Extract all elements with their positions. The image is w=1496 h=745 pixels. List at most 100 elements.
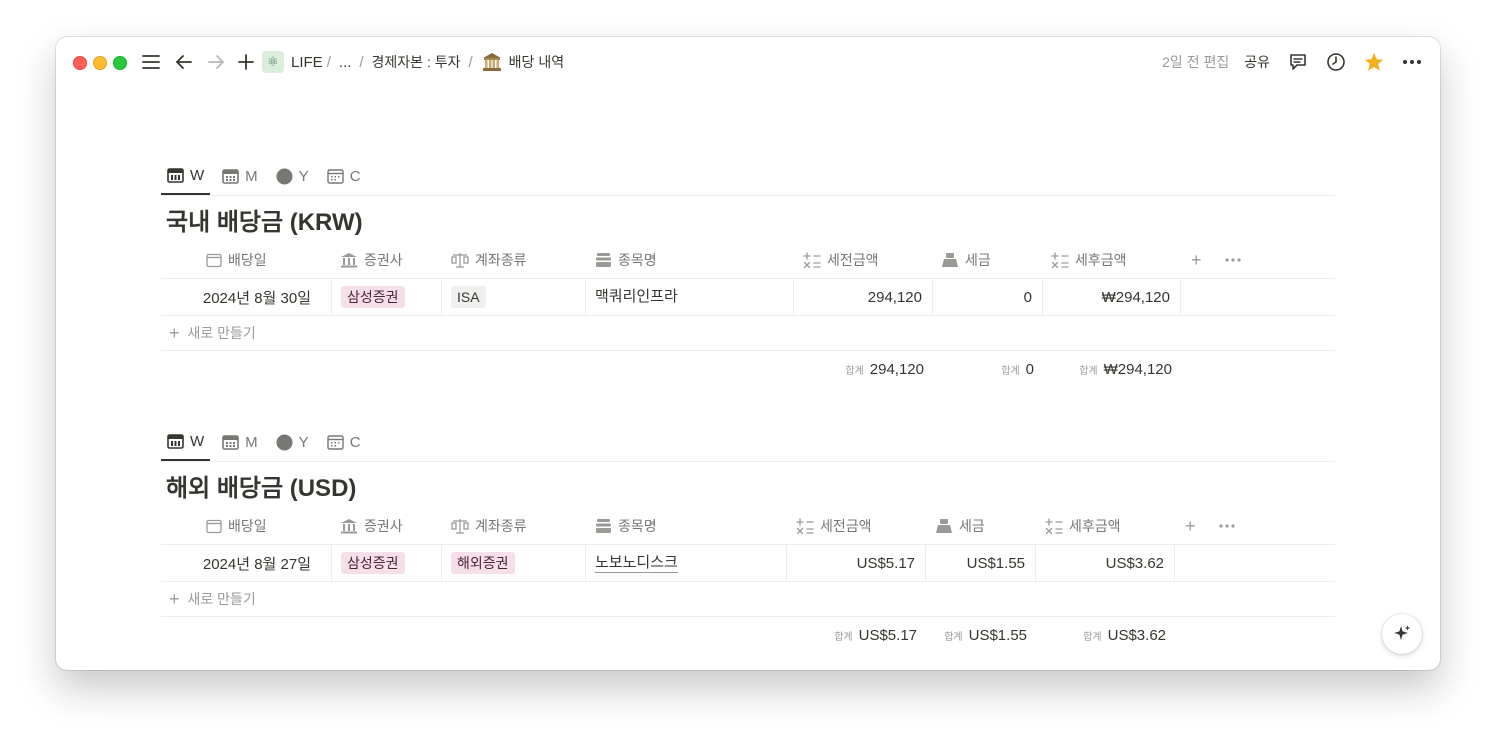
new-row-button[interactable]: + 새로 만들기 xyxy=(161,316,1335,351)
column-label: 세전금액 xyxy=(820,518,872,534)
sidebar-menu-icon[interactable] xyxy=(140,50,162,74)
stock-link[interactable]: 맥쿼리인프라 xyxy=(595,288,678,306)
last-edited-label: 2일 전 편집 xyxy=(1162,54,1230,70)
close-window-button[interactable] xyxy=(73,56,87,70)
view-tabs: W M Y C xyxy=(161,155,1335,196)
aftertax-sum[interactable]: 합계 US$3.62 xyxy=(1036,617,1166,653)
ai-assistant-sparkle-button[interactable] xyxy=(1382,614,1422,654)
sum-label: 합계 xyxy=(1079,365,1098,377)
zoom-window-button[interactable] xyxy=(113,56,127,70)
comment-icon[interactable] xyxy=(1286,50,1310,74)
pretax-sum[interactable]: 합계 US$5.17 xyxy=(787,617,917,653)
add-column-plus-icon[interactable]: + xyxy=(1185,508,1196,544)
column-header-broker[interactable]: 증권사 xyxy=(340,508,403,544)
breadcrumb: ⚛ LIFE / ... / 경제자본 : 투자 / 배당 내역 xyxy=(262,50,564,74)
stock-link[interactable]: 노보노디스크 xyxy=(595,554,678,573)
column-header-account[interactable]: 계좌종류 xyxy=(451,242,527,278)
sparkle-icon xyxy=(1394,625,1410,640)
breadcrumb-parent[interactable]: 경제자본 : 투자 xyxy=(372,52,461,72)
table-header: 배당일 증권사 계좌종류 종목명 세전금액 세금 세후금액 + xyxy=(161,508,1335,545)
table-row[interactable]: 2024년 8월 30일 삼성증권 ISA 맥쿼리인프라 294,120 0 ₩… xyxy=(161,279,1335,316)
column-header-pretax[interactable]: 세전금액 xyxy=(803,242,879,278)
forward-arrow-icon[interactable] xyxy=(206,50,226,74)
stock-cell[interactable]: 노보노디스크 xyxy=(586,545,787,581)
share-button[interactable]: 공유 xyxy=(1244,52,1270,72)
column-header-stock[interactable]: 종목명 xyxy=(595,508,657,544)
aftertax-cell[interactable]: ₩294,120 xyxy=(1043,279,1181,315)
calendar-icon xyxy=(326,168,344,184)
account-cell[interactable]: ISA xyxy=(442,279,586,315)
history-clock-icon[interactable] xyxy=(1324,50,1348,74)
minimize-window-button[interactable] xyxy=(93,56,107,70)
tab-label: C xyxy=(349,433,361,451)
stack-icon xyxy=(595,518,612,534)
tax-cell[interactable]: US$1.55 xyxy=(926,545,1036,581)
back-arrow-icon[interactable] xyxy=(174,50,194,74)
account-cell[interactable]: 해외증권 xyxy=(442,545,586,581)
date-cell[interactable]: 2024년 8월 27일 xyxy=(161,545,332,581)
column-header-account[interactable]: 계좌종류 xyxy=(451,508,527,544)
column-header-aftertax[interactable]: 세후금액 xyxy=(1051,242,1127,278)
database-title[interactable]: 국내 배당금 (KRW) xyxy=(166,208,1335,238)
breadcrumb-ellipsis[interactable]: ... xyxy=(339,54,352,71)
column-label: 배당일 xyxy=(228,252,267,268)
tab-week[interactable]: W xyxy=(161,423,211,461)
krw-table: 배당일 증권사 계좌종류 종목명 세전금액 세금 세후금액 + 2024년 8월… xyxy=(161,242,1335,387)
pretax-cell[interactable]: US$5.17 xyxy=(787,545,926,581)
calendar-icon xyxy=(326,434,344,450)
new-page-plus-icon[interactable] xyxy=(236,50,256,74)
stock-cell[interactable]: 맥쿼리인프라 xyxy=(586,279,794,315)
breadcrumb-root[interactable]: LIFE xyxy=(291,54,323,71)
scale-icon xyxy=(451,252,469,268)
aftertax-sum[interactable]: 합계 ₩294,120 xyxy=(1043,351,1172,387)
calendar-icon xyxy=(206,253,222,268)
table-row[interactable]: 2024년 8월 27일 삼성증권 해외증권 노보노디스크 US$5.17 US… xyxy=(161,545,1335,582)
tax-sum[interactable]: 합계 0 xyxy=(933,351,1034,387)
calendar-week-icon xyxy=(167,167,184,183)
formula-icon xyxy=(796,517,814,535)
tab-calendar[interactable]: C xyxy=(321,157,367,195)
column-header-pretax[interactable]: 세전금액 xyxy=(796,508,872,544)
add-column-plus-icon[interactable]: + xyxy=(1191,242,1202,278)
column-more-icon[interactable] xyxy=(1219,508,1235,544)
column-label: 계좌종류 xyxy=(475,252,527,268)
tax-sum[interactable]: 합계 US$1.55 xyxy=(926,617,1027,653)
column-label: 배당일 xyxy=(228,518,267,534)
database-title[interactable]: 해외 배당금 (USD) xyxy=(166,474,1335,504)
column-more-icon[interactable] xyxy=(1225,242,1241,278)
column-header-date[interactable]: 배당일 xyxy=(206,242,267,278)
new-row-button[interactable]: + 새로 만들기 xyxy=(161,582,1335,617)
date-cell[interactable]: 2024년 8월 30일 xyxy=(161,279,332,315)
favorite-star-icon[interactable] xyxy=(1362,50,1386,74)
sum-label: 합계 xyxy=(845,365,864,377)
tab-year[interactable]: Y xyxy=(270,423,315,461)
column-header-tax[interactable]: 세금 xyxy=(941,242,991,278)
column-header-date[interactable]: 배당일 xyxy=(206,508,267,544)
column-header-stock[interactable]: 종목명 xyxy=(595,242,657,278)
tab-week[interactable]: W xyxy=(161,157,211,195)
aftertax-cell[interactable]: US$3.62 xyxy=(1036,545,1175,581)
bank-building-icon xyxy=(481,51,503,73)
tab-month[interactable]: M xyxy=(216,157,264,195)
tab-calendar[interactable]: C xyxy=(321,423,367,461)
new-row-label: 새로 만들기 xyxy=(187,591,256,607)
tax-cell[interactable]: 0 xyxy=(933,279,1043,315)
breadcrumb-current[interactable]: 배당 내역 xyxy=(509,52,564,72)
column-header-broker[interactable]: 증권사 xyxy=(340,242,403,278)
formula-icon xyxy=(803,251,821,269)
broker-cell[interactable]: 삼성증권 xyxy=(332,545,442,581)
tab-month[interactable]: M xyxy=(216,423,264,461)
broker-cell[interactable]: 삼성증권 xyxy=(332,279,442,315)
column-label: 증권사 xyxy=(364,252,403,268)
top-right-toolbar: 2일 전 편집 공유 xyxy=(1162,50,1440,74)
sum-label: 합계 xyxy=(834,631,853,643)
column-label: 종목명 xyxy=(618,518,657,534)
plus-icon: + xyxy=(169,323,180,343)
column-header-aftertax[interactable]: 세후금액 xyxy=(1045,508,1121,544)
calendar-week-icon xyxy=(167,433,184,449)
more-options-icon[interactable] xyxy=(1400,50,1424,74)
column-header-tax[interactable]: 세금 xyxy=(935,508,985,544)
pretax-cell[interactable]: 294,120 xyxy=(794,279,933,315)
pretax-sum[interactable]: 합계 294,120 xyxy=(794,351,924,387)
tab-year[interactable]: Y xyxy=(270,157,315,195)
